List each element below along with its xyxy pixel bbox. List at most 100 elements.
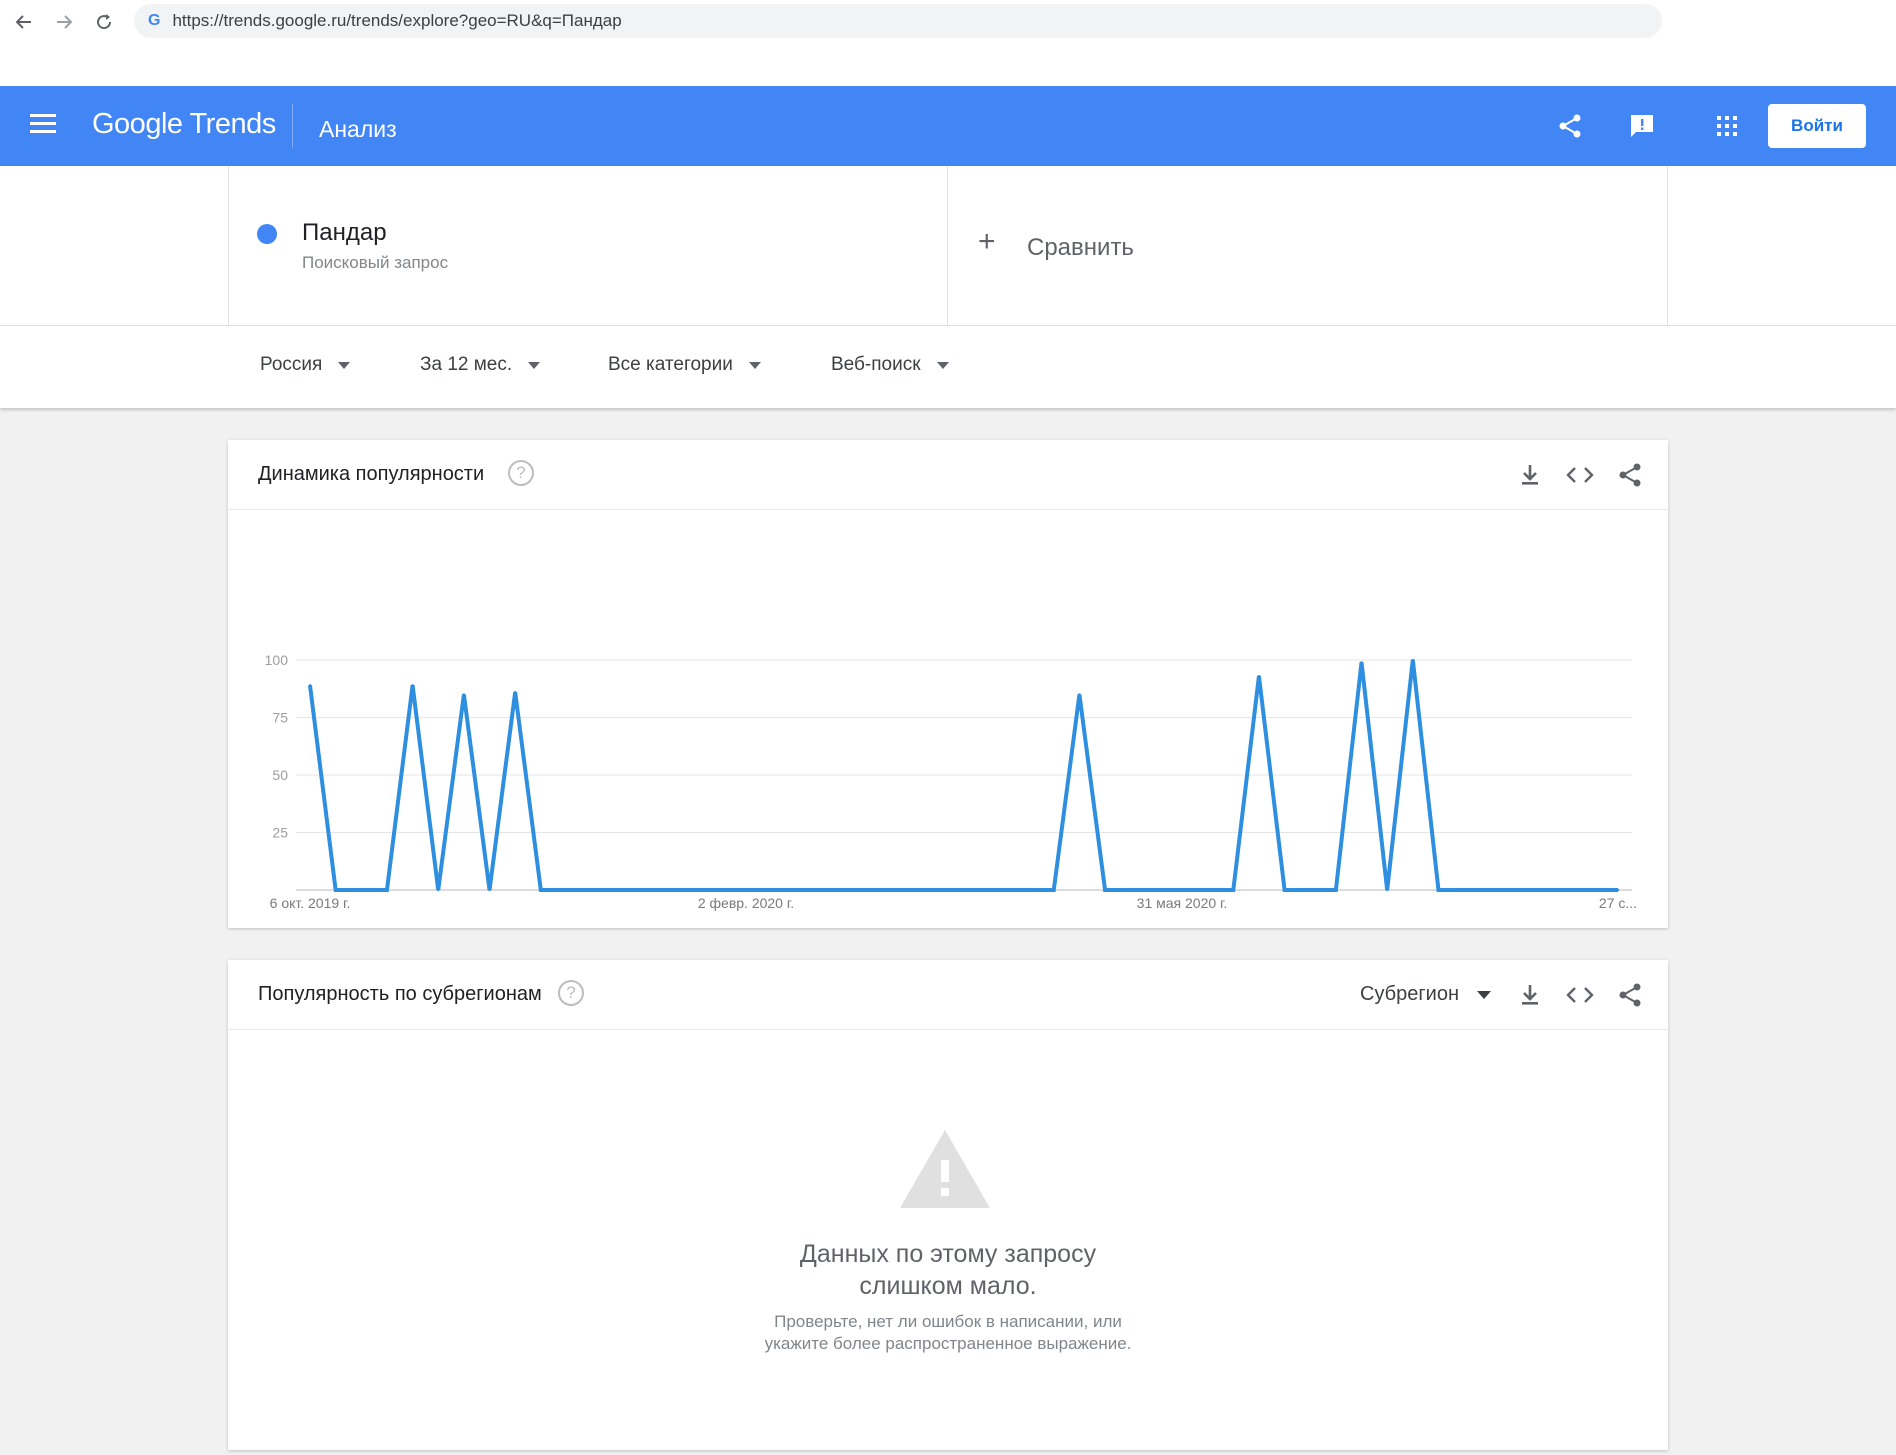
- search-term-card[interactable]: Пандар Поисковый запрос: [228, 166, 948, 326]
- interest-by-subregion-card: Популярность по субрегионам ? Субрегион …: [228, 960, 1668, 1450]
- data-point: [590, 888, 594, 892]
- data-point: [847, 888, 850, 892]
- data-point: [411, 684, 414, 687]
- share-icon[interactable]: [1615, 980, 1645, 1010]
- data-point: [539, 888, 543, 892]
- download-icon[interactable]: [1515, 980, 1545, 1010]
- google-trends-logo[interactable]: Google Trends: [92, 108, 276, 141]
- data-point: [719, 888, 722, 892]
- chevron-down-icon: [338, 361, 351, 369]
- data-point: [693, 888, 696, 892]
- embed-code-icon[interactable]: [1565, 460, 1595, 490]
- share-icon[interactable]: [1615, 460, 1645, 490]
- data-point: [898, 888, 902, 892]
- back-icon[interactable]: [8, 8, 40, 36]
- subregion-select[interactable]: Субрегион: [1360, 983, 1492, 1006]
- search-type-filter[interactable]: Веб-поиск: [831, 354, 949, 376]
- data-point: [1488, 888, 1491, 892]
- data-point: [1334, 888, 1338, 892]
- category-filter[interactable]: Все категории: [608, 354, 761, 376]
- y-tick-label: 75: [272, 710, 288, 726]
- data-point: [1437, 888, 1440, 892]
- empty-state-title: Данных по этому запросу: [799, 1240, 1097, 1268]
- term-name: Пандар: [302, 219, 387, 246]
- data-point: [1026, 888, 1030, 892]
- data-point: [1514, 888, 1517, 892]
- search-type-filter-label: Веб-поиск: [831, 354, 921, 375]
- x-tick-label: 6 окт. 2019 г.: [270, 895, 351, 911]
- warning-icon: [900, 1130, 990, 1208]
- data-point: [975, 888, 979, 892]
- empty-state-subtitle: Проверьте, нет ли ошибок в написании, ил…: [774, 1312, 1122, 1331]
- data-point: [462, 693, 466, 696]
- data-point: [1539, 888, 1543, 892]
- compare-button[interactable]: + Сравнить: [948, 166, 1668, 326]
- data-point: [821, 888, 825, 892]
- chevron-down-icon: [936, 361, 949, 369]
- data-point: [513, 691, 517, 694]
- url-text: https://trends.google.ru/trends/explore?…: [172, 11, 622, 30]
- search-terms-bar: Пандар Поисковый запрос + Сравнить: [0, 166, 1896, 326]
- card-title: Популярность по субрегионам: [258, 983, 542, 1005]
- data-point: [1257, 674, 1261, 678]
- header-divider: [292, 104, 293, 148]
- x-tick-label: 2 февр. 2020 г.: [698, 895, 794, 911]
- region-filter-label: Россия: [260, 354, 323, 375]
- data-point: [1591, 888, 1594, 892]
- x-tick-label: 27 с...: [1599, 895, 1637, 911]
- empty-state-title: слишком мало.: [859, 1272, 1037, 1300]
- data-point: [360, 888, 363, 892]
- data-point: [949, 888, 953, 892]
- data-point: [1360, 661, 1363, 664]
- help-icon[interactable]: ?: [558, 980, 584, 1006]
- category-filter-label: Все категории: [608, 354, 733, 375]
- data-point: [565, 888, 568, 892]
- term-color-dot: [257, 224, 277, 244]
- data-point: [1001, 888, 1004, 892]
- term-type: Поисковый запрос: [302, 253, 449, 272]
- data-point: [873, 888, 876, 892]
- plus-icon: +: [978, 225, 996, 258]
- forward-icon[interactable]: [48, 8, 80, 36]
- address-bar[interactable]: G https://trends.google.ru/trends/explor…: [134, 4, 1662, 38]
- menu-icon[interactable]: [30, 114, 56, 136]
- share-icon[interactable]: [1552, 108, 1588, 144]
- y-tick-label: 50: [272, 767, 288, 783]
- data-point: [1232, 888, 1235, 892]
- download-icon[interactable]: [1515, 460, 1545, 490]
- data-point: [1180, 888, 1184, 892]
- apps-grid-icon[interactable]: [1709, 108, 1745, 144]
- google-favicon-icon: G: [148, 12, 161, 29]
- data-point: [308, 684, 312, 687]
- data-point: [642, 888, 645, 892]
- data-point: [616, 888, 619, 892]
- y-tick-label: 25: [272, 825, 288, 841]
- data-point: [488, 888, 491, 892]
- chevron-down-icon: [748, 361, 761, 369]
- interest-over-time-card: Динамика популярности ? 25 50 75 100 6 окт. …: [228, 440, 1668, 928]
- signin-button[interactable]: Войти: [1768, 104, 1866, 148]
- region-filter[interactable]: Россия: [260, 354, 351, 376]
- interest-line-chart: 25 50 75 100 6 окт. 2019 г. 2 февр. 2020 г. 31…: [265, 652, 1637, 911]
- card-title: Динамика популярности: [258, 463, 485, 485]
- compare-label: Сравнить: [1027, 234, 1134, 261]
- data-point: [1078, 693, 1081, 696]
- data-point: [770, 888, 773, 892]
- feedback-icon[interactable]: [1624, 108, 1660, 144]
- embed-code-icon[interactable]: [1565, 980, 1595, 1010]
- card-header: Популярность по субрегионам ? Субрегион: [228, 960, 1668, 1030]
- help-icon[interactable]: ?: [508, 460, 534, 486]
- data-point: [1206, 888, 1209, 892]
- reload-icon[interactable]: [88, 8, 120, 36]
- app-header: Google Trends Анализ Войти: [0, 86, 1896, 166]
- data-point: [1155, 888, 1158, 892]
- data-point: [1616, 888, 1620, 892]
- empty-state-subtitle: укажите более распространенное выражение…: [764, 1334, 1132, 1353]
- y-tick-label: 100: [265, 652, 289, 668]
- page-title: Анализ: [319, 116, 397, 142]
- data-point: [1129, 888, 1132, 892]
- data-point: [334, 888, 337, 892]
- period-filter[interactable]: За 12 мес.: [420, 354, 541, 376]
- chevron-down-icon: [1477, 990, 1492, 999]
- period-filter-label: За 12 мес.: [420, 354, 513, 375]
